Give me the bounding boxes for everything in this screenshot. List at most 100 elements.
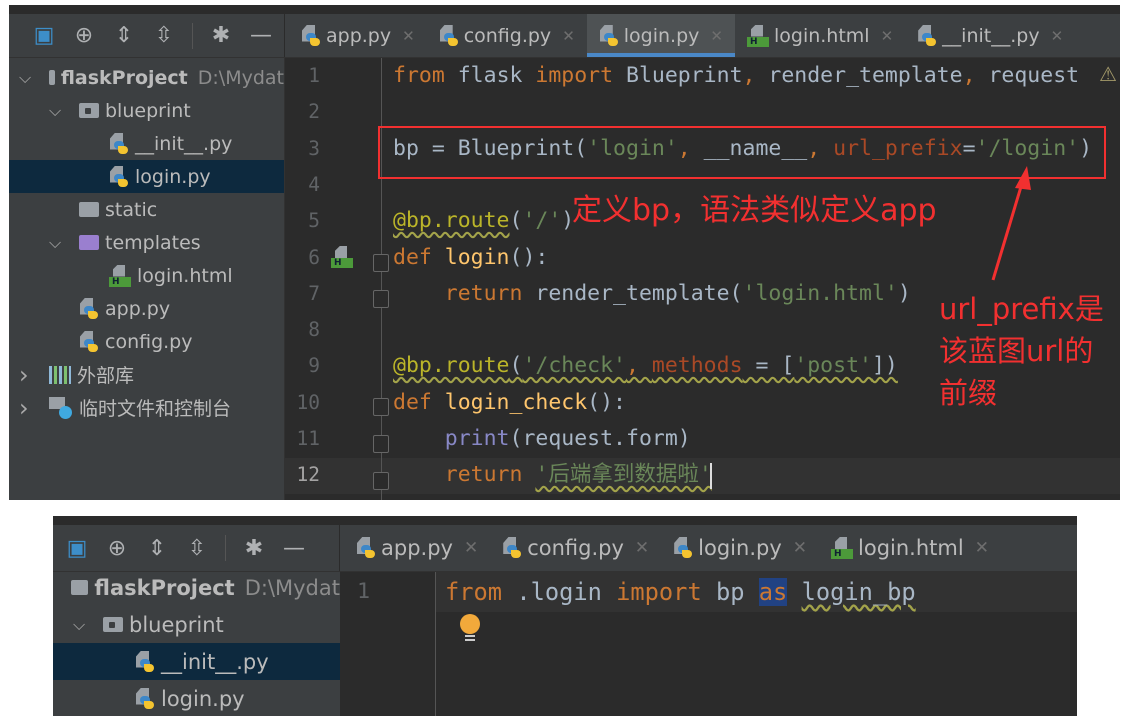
tab-app-py[interactable]: app.py ✕ (289, 14, 427, 57)
tree-item-static[interactable]: static (9, 193, 284, 226)
tree-item-config-py[interactable]: config.py (9, 325, 284, 358)
code-line: @bp.route('/check', methods = ['post']) (393, 348, 898, 384)
tab-login-py[interactable]: login.py ✕ (661, 525, 819, 571)
bottom-toolbar: ▣ ⊕ ⇕ ⇳ ✱ — app.py ✕ config.py ✕ login.py ✕ Hlogin.… (53, 516, 1077, 572)
chevron-right-icon[interactable]: › (19, 361, 29, 389)
code-token-kw: def (393, 389, 445, 415)
window-icon[interactable]: ▣ (57, 536, 97, 561)
top-ide-screenshot: ▣ ⊕ ⇕ ⇳ ✱ — app.py ✕ config.py ✕ login.py ✕ Hlogin.… (9, 5, 1120, 500)
code-token-kw: import (616, 578, 716, 606)
chevron-right-icon[interactable]: › (19, 394, 29, 422)
minimize-icon[interactable]: — (274, 536, 314, 561)
tab-login-py[interactable]: login.py ✕ (586, 14, 736, 57)
annotation-side-line: 该蓝图url的 (939, 334, 1094, 368)
tab-init-py[interactable]: __init__.py ✕ (905, 14, 1075, 57)
code-token-str: '/' (522, 208, 562, 234)
lightbulb-icon[interactable] (460, 614, 482, 644)
code-token-text: (): (509, 244, 549, 270)
code-token-text: render_template( (535, 280, 743, 306)
locate-icon[interactable]: ⊕ (64, 23, 104, 48)
tree-item-init-py[interactable]: __init__.py (9, 127, 284, 160)
expand-all-icon[interactable]: ⇕ (137, 536, 177, 561)
line-number: 8 (308, 318, 320, 342)
close-icon[interactable]: ✕ (562, 27, 575, 45)
collapse-all-icon[interactable]: ⇳ (177, 536, 217, 561)
collapse-all-icon[interactable]: ⇳ (144, 23, 184, 48)
code-token-text: login_bp (801, 578, 916, 606)
tree-item-app-py[interactable]: app.py (9, 292, 284, 325)
tree-item-外部库[interactable]: › 外部库 (9, 358, 284, 391)
line-number: 3 (308, 136, 320, 160)
chevron-down-icon[interactable]: ⌵ (49, 233, 61, 253)
code-line: return render_template('login.html') (393, 276, 911, 312)
gear-icon[interactable]: ✱ (201, 23, 241, 48)
tree-item-init-py[interactable]: __init__.py (53, 643, 340, 680)
templates-folder-icon (79, 235, 99, 250)
scratches-icon (49, 396, 73, 419)
tab-login-html[interactable]: Hlogin.html ✕ (735, 14, 905, 57)
project-path: D:\Mydat (197, 66, 284, 89)
annotation-arrow (991, 166, 1031, 281)
code-token-text: flask (457, 63, 536, 88)
python-file-icon (135, 650, 155, 673)
tree-item-label: login.html (137, 264, 233, 287)
line-number: 6 (308, 245, 320, 269)
python-file-icon (135, 687, 155, 710)
code-token-str: '后端拿到数据啦' (535, 462, 712, 488)
chevron-down-icon[interactable]: ⌵ (19, 68, 31, 88)
tree-item-label: config.py (105, 330, 193, 353)
close-icon[interactable]: ✕ (793, 538, 807, 558)
chevron-down-icon[interactable]: ⌵ (73, 615, 85, 635)
close-icon[interactable]: ✕ (1051, 27, 1064, 45)
tree-item-login-py[interactable]: login.py (53, 680, 340, 716)
tab-config-py[interactable]: config.py ✕ (490, 525, 661, 571)
fold-open-icon (373, 254, 389, 272)
tree-item-blueprint[interactable]: ⌵ blueprint (9, 94, 284, 127)
close-icon[interactable]: ✕ (975, 538, 989, 558)
line-number: 7 (308, 281, 320, 305)
fold-close-icon (373, 290, 389, 308)
line-number: 11 (296, 427, 320, 450)
code-token-fn: login (444, 244, 510, 270)
line-number: 2 (308, 100, 320, 124)
annotation-side-line: 前缀 (939, 376, 998, 410)
gear-icon[interactable]: ✱ (234, 536, 274, 561)
html-gutter-icon: H (331, 246, 353, 268)
tab-app-py[interactable]: app.py ✕ (344, 525, 490, 571)
tree-item-flaskProject[interactable]: ⌵flaskProjectD:\Mydat (9, 61, 284, 94)
line-number: 4 (308, 172, 320, 196)
code-token-str: 'post' (794, 353, 872, 379)
tab-label: app.py (381, 536, 453, 560)
tree-item-templates[interactable]: ⌵ templates (9, 226, 284, 259)
python-file-icon (356, 537, 376, 559)
tree-item-blueprint[interactable]: ⌵ blueprint (53, 606, 340, 643)
tab-config-py[interactable]: config.py ✕ (427, 14, 587, 57)
minimize-icon[interactable]: — (241, 23, 281, 48)
close-icon[interactable]: ✕ (402, 27, 415, 45)
warning-icon: ⚠ (1099, 62, 1117, 86)
window-icon[interactable]: ▣ (24, 23, 64, 48)
code-token-kw: import (535, 63, 627, 88)
close-icon[interactable]: ✕ (710, 27, 723, 45)
tab-login-html[interactable]: Hlogin.html ✕ (819, 525, 1001, 571)
tree-item-label: login.py (135, 165, 211, 188)
python-file-icon (109, 132, 129, 155)
toolbar-divider (225, 535, 226, 561)
code-token-text: Blueprint (626, 63, 743, 88)
close-icon[interactable]: ✕ (881, 27, 894, 45)
close-icon[interactable]: ✕ (464, 538, 478, 558)
python-file-icon (673, 537, 693, 559)
tree-item-临时文件和控制台[interactable]: › 临时文件和控制台 (9, 391, 284, 424)
bottom-editor: 1 from .login import bp as login_bp (340, 572, 1077, 716)
tree-item-flaskProject[interactable]: ⌵flaskProjectD:\Mydat (53, 569, 340, 606)
tree-item-login-py[interactable]: login.py (9, 160, 284, 193)
tree-item-login-html[interactable]: Hlogin.html (9, 259, 284, 292)
code-token-text: ) (897, 280, 911, 306)
code-line: return '后端拿到数据啦' (393, 457, 712, 493)
tree-item-label: static (105, 198, 158, 221)
locate-icon[interactable]: ⊕ (97, 536, 137, 561)
close-icon[interactable]: ✕ (635, 538, 649, 558)
chevron-down-icon[interactable]: ⌵ (49, 101, 61, 121)
bottom-ide-screenshot: ▣ ⊕ ⇕ ⇳ ✱ — app.py ✕ config.py ✕ login.py ✕ Hlogin.… (53, 516, 1077, 716)
expand-all-icon[interactable]: ⇕ (104, 23, 144, 48)
